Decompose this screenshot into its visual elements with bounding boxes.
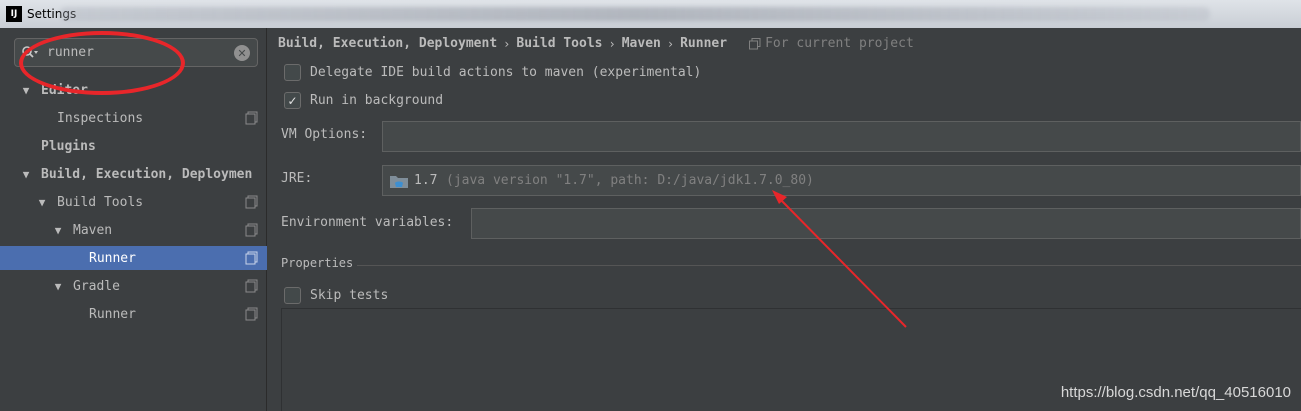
breadcrumb-separator-icon: › [503, 36, 511, 51]
scope-label: For current project [765, 36, 914, 51]
vm-options-input[interactable] [382, 121, 1301, 152]
breadcrumb-item[interactable]: Build Tools [516, 36, 602, 51]
jre-select[interactable]: 1.7 (java version "1.7", path: D:/java/j… [382, 165, 1301, 196]
sidebar-item-gradle[interactable]: ▼ Gradle [0, 274, 267, 298]
jre-label: JRE: [281, 171, 313, 186]
breadcrumb-separator-icon: › [666, 36, 675, 51]
project-scope-icon [245, 195, 258, 209]
project-scope-icon [245, 111, 258, 125]
breadcrumb-separator-icon: › [608, 36, 616, 51]
breadcrumb-item[interactable]: Maven [622, 36, 661, 51]
expand-arrow-icon[interactable]: ▼ [18, 84, 34, 97]
app-logo-icon: IJ [6, 6, 22, 22]
clear-search-icon[interactable]: ✕ [234, 45, 250, 61]
window-titlebar: IJ Settings [0, 0, 1301, 28]
environment-variables-input[interactable] [471, 208, 1301, 239]
sidebar-item-label: Maven [73, 222, 113, 238]
annotation-ellipse [19, 31, 185, 95]
project-scope-icon [245, 279, 258, 293]
expand-arrow-icon[interactable]: ▼ [50, 224, 66, 237]
folder-icon [390, 176, 408, 188]
breadcrumb-item[interactable]: Build, Execution, Deployment [278, 36, 497, 51]
vm-options-label: VM Options: [281, 127, 368, 142]
run-in-background-label[interactable]: Run in background [310, 93, 443, 108]
sidebar-item-label: Build Tools [57, 194, 144, 210]
environment-variables-label: Environment variables: [281, 215, 454, 230]
breadcrumb: Build, Execution, Deployment › Build Too… [278, 36, 914, 51]
sidebar-item-build-execution[interactable]: ▼ Build, Execution, Deploymen [0, 162, 267, 186]
jre-detail: (java version "1.7", path: D:/java/jdk1.… [446, 173, 814, 188]
project-scope-icon [245, 307, 258, 321]
sidebar-item-label: Inspections [57, 110, 144, 126]
breadcrumb-item: Runner [680, 36, 728, 51]
skip-tests-option[interactable]: Skip tests [284, 287, 388, 304]
sidebar-item-maven[interactable]: ▼ Maven [0, 218, 267, 242]
blurred-title-path [60, 7, 1210, 21]
properties-section-label: Properties [281, 256, 354, 270]
sidebar-item-gradle-runner[interactable]: Runner [0, 302, 267, 326]
run-in-background-option[interactable]: ✓ Run in background [284, 92, 443, 109]
expand-arrow-icon[interactable]: ▼ [34, 196, 50, 209]
run-in-background-checkbox[interactable]: ✓ [284, 92, 301, 109]
sidebar-item-label: Build, Execution, Deploymen [41, 166, 253, 182]
delegate-build-label[interactable]: Delegate IDE build actions to maven (exp… [310, 65, 701, 80]
sidebar-item-maven-runner[interactable]: Runner [0, 246, 267, 270]
delegate-build-option[interactable]: Delegate IDE build actions to maven (exp… [284, 64, 701, 81]
sidebar-item-build-tools[interactable]: ▼ Build Tools [0, 190, 267, 214]
project-scope-icon [245, 251, 258, 265]
delegate-build-checkbox[interactable] [284, 64, 301, 81]
sidebar-item-plugins[interactable]: Plugins [0, 134, 267, 158]
sidebar-item-label: Runner [89, 306, 136, 322]
watermark: https://blog.csdn.net/qq_40516010 [1060, 384, 1291, 401]
expand-arrow-icon[interactable]: ▼ [18, 168, 34, 181]
settings-main-panel: Build, Execution, Deployment › Build Too… [268, 28, 1301, 411]
skip-tests-label[interactable]: Skip tests [310, 288, 388, 303]
sidebar-item-label: Gradle [73, 278, 120, 294]
sidebar-item-inspections[interactable]: Inspections [0, 106, 267, 130]
check-icon: ✓ [287, 93, 298, 108]
project-scope-icon [245, 223, 258, 237]
sidebar-item-label: Runner [89, 250, 136, 266]
project-scope-icon [749, 37, 761, 49]
jre-version: 1.7 [414, 173, 438, 188]
properties-divider [357, 265, 1301, 266]
sidebar-item-label: Plugins [41, 138, 96, 154]
expand-arrow-icon[interactable]: ▼ [50, 280, 66, 293]
scope-indicator: For current project [749, 36, 914, 51]
skip-tests-checkbox[interactable] [284, 287, 301, 304]
